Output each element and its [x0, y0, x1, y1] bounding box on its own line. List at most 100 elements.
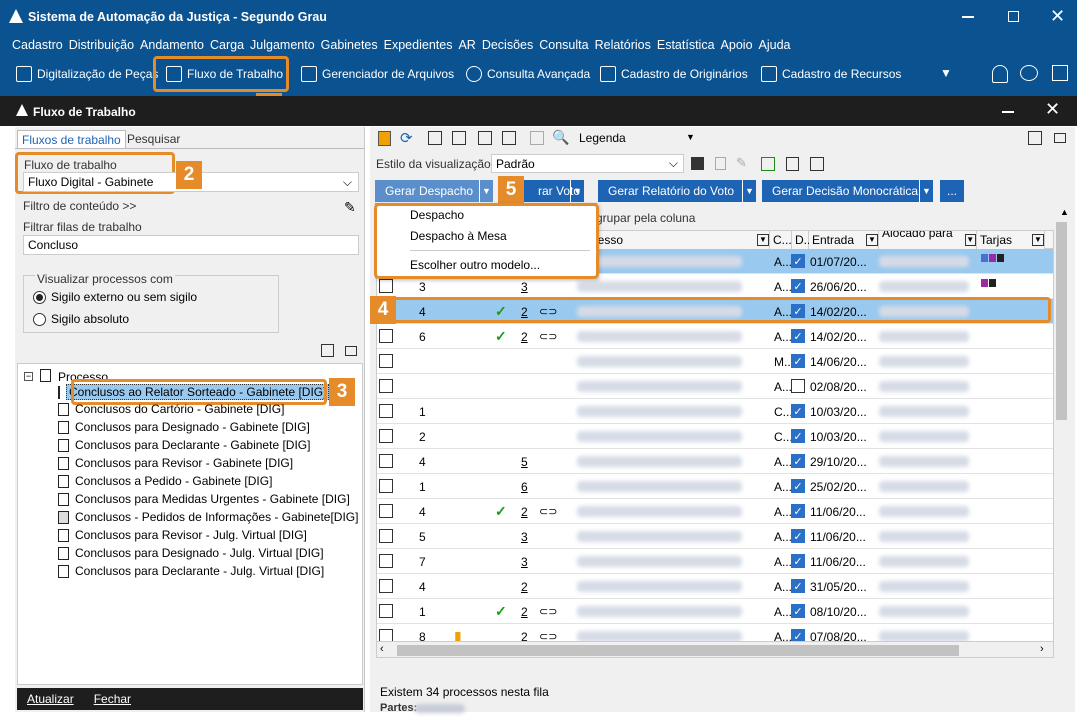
- table-row[interactable]: 4 ✓ 2 ⊂⊃ A... ✓ 11/06/20...: [377, 499, 1053, 524]
- col-d[interactable]: D...: [792, 231, 814, 249]
- gerar-decisao-button[interactable]: Gerar Decisão Monocrática ▼: [762, 180, 933, 202]
- search-doc-icon[interactable]: 🔍: [552, 129, 569, 146]
- note-icon[interactable]: [378, 131, 391, 146]
- brush-icon[interactable]: ✎: [344, 199, 356, 216]
- row-link[interactable]: 5: [521, 449, 528, 474]
- notification-bell-icon[interactable]: [992, 65, 1008, 83]
- excel-icon[interactable]: [761, 157, 775, 171]
- row-checkbox[interactable]: [379, 554, 393, 568]
- decisao-dropdown-icon[interactable]: ▼: [919, 180, 933, 202]
- row-link[interactable]: 2: [521, 574, 528, 599]
- digitalizacao-button[interactable]: Digitalização de Peças: [16, 56, 158, 92]
- chain-link-icon[interactable]: ⊂⊃: [539, 599, 557, 624]
- copy-icon[interactable]: [428, 131, 442, 145]
- tree-item[interactable]: Conclusos para Declarante - Gabinete [DI…: [58, 436, 310, 454]
- filter-icon[interactable]: ▼: [964, 234, 976, 246]
- filter-icon[interactable]: ▼: [1032, 234, 1044, 246]
- gerar-relatorio-button[interactable]: Gerar Relatório do Voto ▼: [598, 180, 756, 202]
- menu-apoio[interactable]: Apoio: [721, 38, 753, 52]
- menu-julgamento[interactable]: Julgamento: [250, 38, 315, 52]
- menu-ar[interactable]: AR: [458, 38, 475, 52]
- row-d-checkbox[interactable]: ✓: [791, 604, 805, 618]
- horizontal-scrollbar[interactable]: ‹ ›: [377, 641, 1053, 657]
- table-row[interactable]: M... ✓ 14/06/20...: [377, 349, 1053, 374]
- row-d-checkbox[interactable]: ✓: [791, 354, 805, 368]
- cadastro-originarios-button[interactable]: Cadastro de Originários: [600, 56, 748, 92]
- row-checkbox[interactable]: [379, 379, 393, 393]
- table-row[interactable]: 1 6 A... ✓ 25/02/20...: [377, 474, 1053, 499]
- estilo-select[interactable]: Padrão ⌵: [491, 154, 684, 173]
- collapse-icon[interactable]: [1054, 133, 1066, 143]
- save-style-icon[interactable]: [691, 157, 704, 170]
- vertical-scrollbar[interactable]: [1054, 222, 1069, 660]
- radio-sigilo-absoluto[interactable]: Sigilo absoluto: [33, 312, 129, 326]
- radio-sigilo-externo[interactable]: Sigilo externo ou sem sigilo: [33, 290, 197, 304]
- menu-cadastro[interactable]: Cadastro: [12, 38, 63, 52]
- menu-expedientes[interactable]: Expedientes: [384, 38, 453, 52]
- menu-decisoes[interactable]: Decisões: [482, 38, 533, 52]
- chain-link-icon[interactable]: ⊂⊃: [539, 499, 557, 524]
- tab-fluxos[interactable]: Fluxos de trabalho: [17, 130, 126, 148]
- tree-item[interactable]: Conclusos para Designado - Gabinete [DIG…: [58, 418, 310, 436]
- menu-estatistica[interactable]: Estatística: [657, 38, 715, 52]
- table-row[interactable]: 5 3 A... ✓ 11/06/20...: [377, 524, 1053, 549]
- row-d-checkbox[interactable]: ✓: [791, 404, 805, 418]
- menu-distribuicao[interactable]: Distribuição: [69, 38, 134, 52]
- filtro-conteudo-link[interactable]: Filtro de conteúdo >>: [23, 199, 136, 213]
- scroll-thumb[interactable]: [397, 645, 959, 656]
- row-checkbox[interactable]: [379, 454, 393, 468]
- row-link[interactable]: 2: [521, 599, 528, 624]
- chain-link-icon[interactable]: ⊂⊃: [539, 324, 557, 349]
- gerenciador-button[interactable]: Gerenciador de Arquivos: [301, 56, 454, 92]
- row-d-checkbox[interactable]: ✓: [791, 254, 805, 268]
- row-d-checkbox[interactable]: ✓: [791, 279, 805, 293]
- tree-item[interactable]: Conclusos para Revisor - Gabinete [DIG]: [58, 454, 293, 472]
- vertical-scroll-thumb[interactable]: [1056, 222, 1067, 420]
- menu-gabinetes[interactable]: Gabinetes: [321, 38, 378, 52]
- row-checkbox[interactable]: [379, 279, 393, 293]
- tree-item[interactable]: Conclusos para Medidas Urgentes - Gabine…: [58, 490, 350, 508]
- row-d-checkbox[interactable]: ✓: [791, 579, 805, 593]
- col-c[interactable]: C...: [770, 231, 792, 249]
- fechar-button[interactable]: Fechar: [94, 692, 131, 706]
- row-d-checkbox[interactable]: [791, 379, 805, 393]
- row-link[interactable]: 3: [521, 549, 528, 574]
- table-row[interactable]: 7 3 A... ✓ 11/06/20...: [377, 549, 1053, 574]
- tree-item[interactable]: Conclusos a Pedido - Gabinete [DIG]: [58, 472, 272, 490]
- atualizar-button[interactable]: Atualizar: [27, 692, 74, 706]
- row-d-checkbox[interactable]: ✓: [791, 504, 805, 518]
- row-d-checkbox[interactable]: ✓: [791, 554, 805, 568]
- col-alocado[interactable]: Alocado para ... ▼: [879, 231, 977, 254]
- table-row[interactable]: 6 ✓ 2 ⊂⊃ A... ✓ 14/02/20...: [377, 324, 1053, 349]
- menu-ajuda[interactable]: Ajuda: [759, 38, 791, 52]
- collapse-tree-icon[interactable]: [345, 346, 357, 356]
- table-row[interactable]: 2 C... ✓ 10/03/20...: [377, 424, 1053, 449]
- refresh-icon[interactable]: ⟳: [400, 129, 413, 147]
- despacho-dropdown-icon[interactable]: ▼: [479, 180, 493, 202]
- tab-pesquisar[interactable]: Pesquisar: [123, 130, 184, 148]
- row-checkbox[interactable]: [379, 429, 393, 443]
- users-icon[interactable]: [1020, 65, 1038, 81]
- row-link[interactable]: 2: [521, 499, 528, 524]
- table-row[interactable]: 4 2 A... ✓ 31/05/20...: [377, 574, 1053, 599]
- menu-andamento[interactable]: Andamento: [140, 38, 204, 52]
- tree-collapse-icon[interactable]: −: [24, 372, 33, 381]
- list-icon[interactable]: [786, 157, 799, 171]
- row-checkbox[interactable]: [379, 529, 393, 543]
- filter-icon[interactable]: ▼: [757, 234, 769, 246]
- row-d-checkbox[interactable]: ✓: [791, 479, 805, 493]
- tree-item[interactable]: Conclusos para Designado - Julg. Virtual…: [58, 544, 324, 562]
- tree-item[interactable]: Conclusos - Pedidos de Informações - Gab…: [58, 508, 358, 526]
- gerar-despacho-button[interactable]: Gerar Despacho ▼: [375, 180, 493, 202]
- relatorio-dropdown-icon[interactable]: ▼: [742, 180, 756, 202]
- col-entrada[interactable]: Entrada ▼: [809, 231, 879, 249]
- row-d-checkbox[interactable]: ✓: [791, 529, 805, 543]
- voto-dropdown-icon[interactable]: ▼: [570, 180, 584, 202]
- expand-tree-icon[interactable]: [321, 344, 334, 357]
- row-checkbox[interactable]: [379, 329, 393, 343]
- col-tarjas[interactable]: Tarjas ▼: [977, 231, 1045, 249]
- close-button[interactable]: ✕: [1050, 6, 1065, 27]
- menu-carga[interactable]: Carga: [210, 38, 244, 52]
- consulta-avancada-button[interactable]: Consulta Avançada: [466, 56, 590, 92]
- menu-consulta[interactable]: Consulta: [539, 38, 588, 52]
